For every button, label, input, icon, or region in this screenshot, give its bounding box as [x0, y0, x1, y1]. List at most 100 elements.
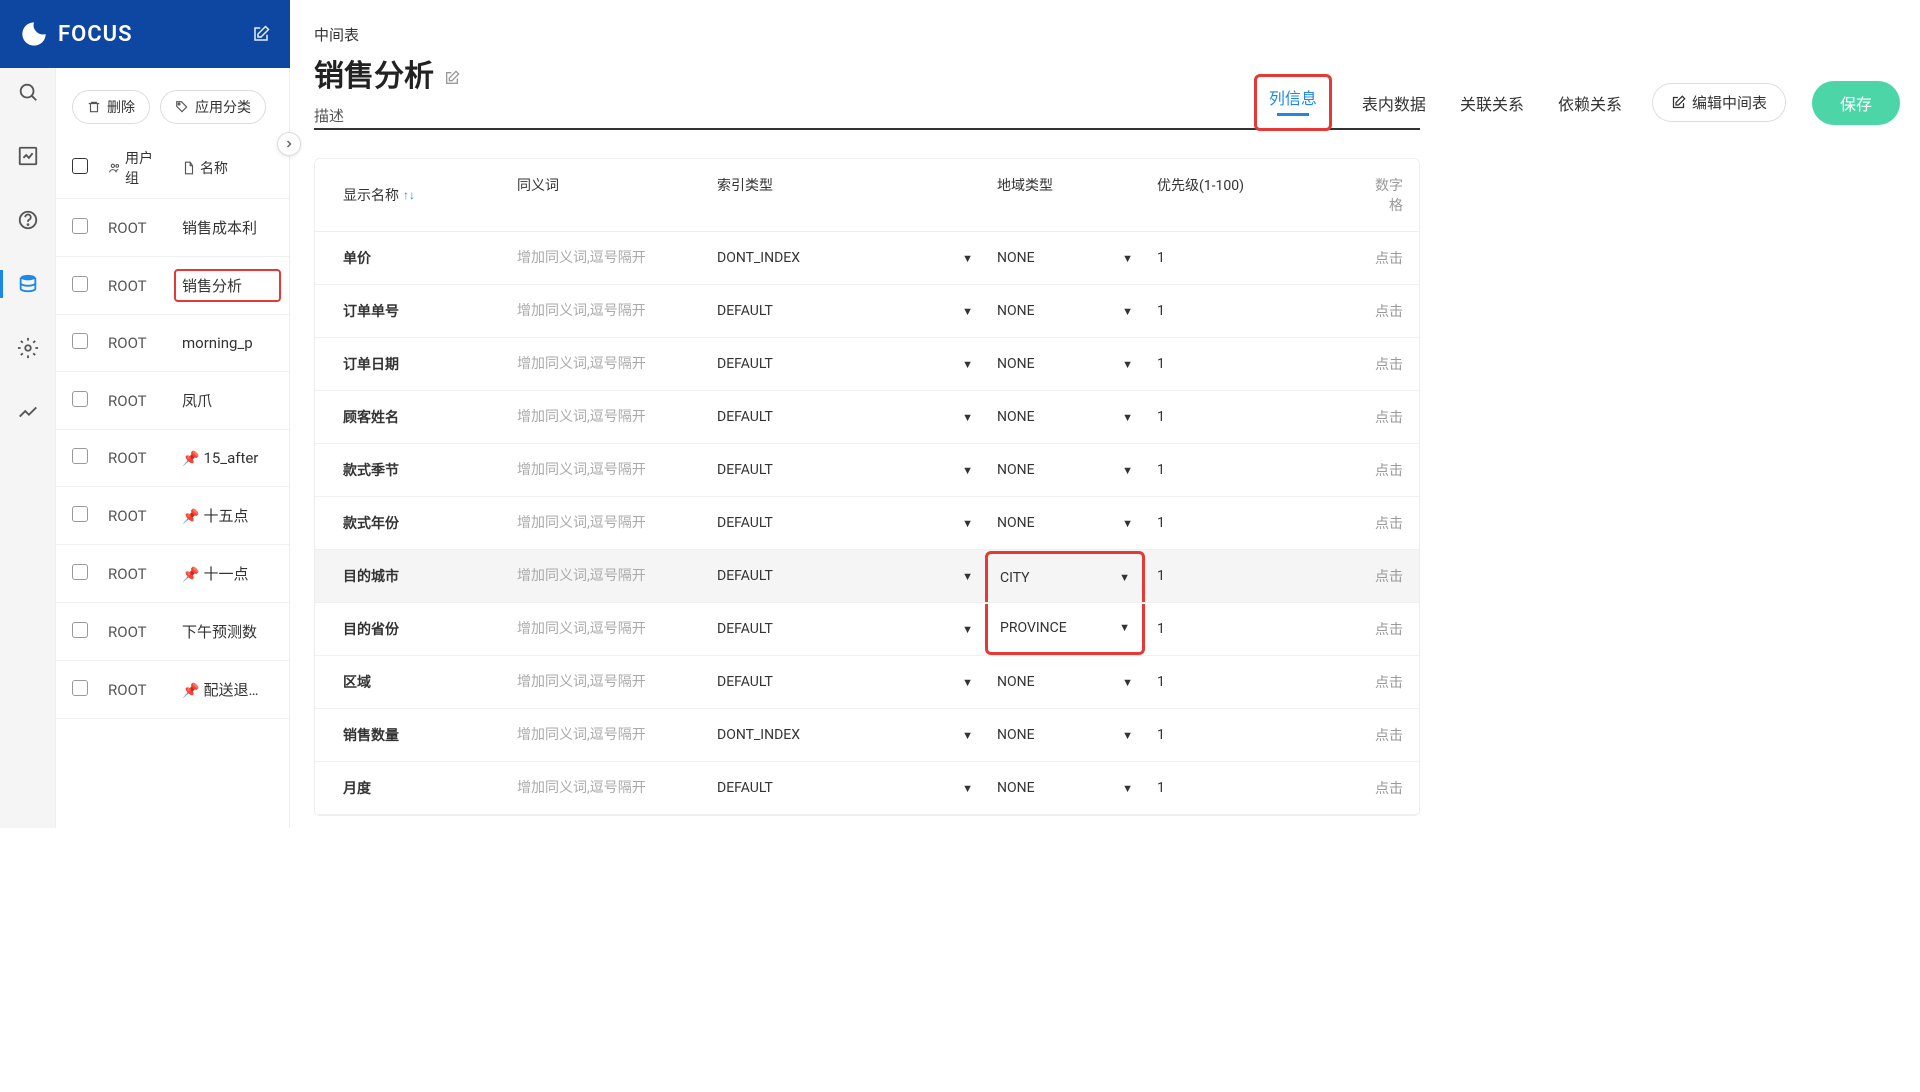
sidebar-data[interactable] [0, 270, 55, 298]
delete-label: 删除 [107, 97, 135, 117]
region-select[interactable]: NONE▼ [997, 727, 1133, 743]
row-checkbox[interactable] [72, 622, 88, 638]
row-checkbox[interactable] [72, 218, 88, 234]
region-select[interactable]: NONE▼ [997, 515, 1133, 531]
row-checkbox[interactable] [72, 276, 88, 292]
priority-input[interactable]: 1 [1157, 515, 1165, 531]
priority-input[interactable]: 1 [1157, 250, 1165, 266]
table-row: 订单单号 DEFAULT▼ NONE▼ 1 点击 [315, 285, 1419, 338]
synonym-input[interactable] [517, 250, 693, 266]
priority-input[interactable]: 1 [1157, 568, 1165, 584]
sidebar-trend[interactable] [0, 398, 55, 426]
list-row[interactable]: ROOT 📌配送退货数 [56, 661, 289, 719]
synonym-input[interactable] [517, 462, 693, 478]
region-select[interactable]: NONE▼ [997, 303, 1133, 319]
synonym-input[interactable] [517, 674, 693, 690]
priority-input[interactable]: 1 [1157, 727, 1165, 743]
priority-input[interactable]: 1 [1157, 780, 1165, 796]
index-select[interactable]: DEFAULT▼ [717, 409, 973, 425]
header-edit-icon[interactable] [252, 25, 270, 43]
list-row[interactable]: ROOT 销售分析 [56, 257, 289, 315]
delete-button[interactable]: 删除 [72, 90, 150, 124]
index-select[interactable]: DEFAULT▼ [717, 515, 973, 531]
sort-icon: ↑↓ [403, 188, 415, 202]
synonym-input[interactable] [517, 356, 693, 372]
row-checkbox[interactable] [72, 506, 88, 522]
region-select[interactable]: PROVINCE▼ [1000, 620, 1130, 636]
sidebar-help[interactable] [0, 206, 55, 234]
select-all-checkbox[interactable] [72, 158, 88, 174]
synonym-input[interactable] [517, 515, 693, 531]
title-edit-icon[interactable] [444, 70, 460, 86]
row-name: 下午预测数 [182, 621, 273, 642]
cell-num-format[interactable]: 点击 [1355, 656, 1419, 708]
col-display-name[interactable]: 显示名称 ↑↓ [315, 159, 505, 231]
sidebar-search[interactable] [0, 78, 55, 106]
row-checkbox[interactable] [72, 564, 88, 580]
region-select[interactable]: NONE▼ [997, 356, 1133, 372]
collapse-button[interactable] [277, 132, 301, 156]
cell-num-format[interactable]: 点击 [1355, 232, 1419, 284]
region-select[interactable]: NONE▼ [997, 674, 1133, 690]
list-row[interactable]: ROOT morning_p [56, 315, 289, 372]
index-select[interactable]: DEFAULT▼ [717, 303, 973, 319]
index-select[interactable]: DEFAULT▼ [717, 674, 973, 690]
cell-num-format[interactable]: 点击 [1355, 497, 1419, 549]
list-row[interactable]: ROOT 📌十五点 [56, 487, 289, 545]
index-select[interactable]: DEFAULT▼ [717, 621, 973, 637]
cell-num-format[interactable]: 点击 [1355, 391, 1419, 443]
cell-num-format[interactable]: 点击 [1355, 762, 1419, 814]
category-button[interactable]: 应用分类 [160, 90, 266, 124]
synonym-input[interactable] [517, 409, 693, 425]
col-priority: 优先级(1-100) [1145, 159, 1355, 231]
cell-synonym [505, 552, 705, 600]
priority-input[interactable]: 1 [1157, 674, 1165, 690]
priority-input[interactable]: 1 [1157, 462, 1165, 478]
priority-input[interactable]: 1 [1157, 303, 1165, 319]
sidebar-chart[interactable] [0, 142, 55, 170]
cell-name: 区域 [315, 658, 505, 706]
index-select[interactable]: DEFAULT▼ [717, 462, 973, 478]
list-row[interactable]: ROOT 销售成本利 [56, 199, 289, 257]
list-row[interactable]: ROOT 下午预测数 [56, 603, 289, 661]
synonym-input[interactable] [517, 303, 693, 319]
cell-index: DEFAULT▼ [705, 393, 985, 441]
cell-region: NONE▼ [985, 658, 1145, 706]
list-row[interactable]: ROOT 凤爪 [56, 372, 289, 430]
synonym-input[interactable] [517, 727, 693, 743]
index-select[interactable]: DONT_INDEX▼ [717, 727, 973, 743]
cell-num-format[interactable]: 点击 [1355, 709, 1419, 761]
index-select[interactable]: DEFAULT▼ [717, 780, 973, 796]
cell-num-format[interactable]: 点击 [1355, 603, 1419, 655]
region-select[interactable]: NONE▼ [997, 409, 1133, 425]
cell-num-format[interactable]: 点击 [1355, 550, 1419, 602]
region-select[interactable]: NONE▼ [997, 250, 1133, 266]
synonym-input[interactable] [517, 780, 693, 796]
region-select[interactable]: NONE▼ [997, 462, 1133, 478]
index-select[interactable]: DONT_INDEX▼ [717, 250, 973, 266]
list-row[interactable]: ROOT 📌15_after [56, 430, 289, 487]
synonym-input[interactable] [517, 621, 693, 637]
index-select[interactable]: DEFAULT▼ [717, 356, 973, 372]
row-checkbox[interactable] [72, 680, 88, 696]
synonym-input[interactable] [517, 568, 693, 584]
cell-num-format[interactable]: 点击 [1355, 285, 1419, 337]
cell-index: DEFAULT▼ [705, 287, 985, 335]
region-select[interactable]: NONE▼ [997, 780, 1133, 796]
col-synonym: 同义词 [505, 159, 705, 231]
index-select[interactable]: DEFAULT▼ [717, 568, 973, 584]
tab-table-data[interactable]: 表内数据 [1358, 83, 1430, 123]
priority-input[interactable]: 1 [1157, 409, 1165, 425]
priority-input[interactable]: 1 [1157, 356, 1165, 372]
cell-synonym [505, 605, 705, 653]
list-row[interactable]: ROOT 📌十一点 [56, 545, 289, 603]
region-select[interactable]: CITY▼ [1000, 570, 1130, 586]
cell-num-format[interactable]: 点击 [1355, 338, 1419, 390]
sidebar-settings[interactable] [0, 334, 55, 362]
tab-col-info[interactable]: 列信息 [1254, 74, 1332, 131]
priority-input[interactable]: 1 [1157, 621, 1165, 637]
row-checkbox[interactable] [72, 448, 88, 464]
row-checkbox[interactable] [72, 391, 88, 407]
row-checkbox[interactable] [72, 333, 88, 349]
cell-num-format[interactable]: 点击 [1355, 444, 1419, 496]
